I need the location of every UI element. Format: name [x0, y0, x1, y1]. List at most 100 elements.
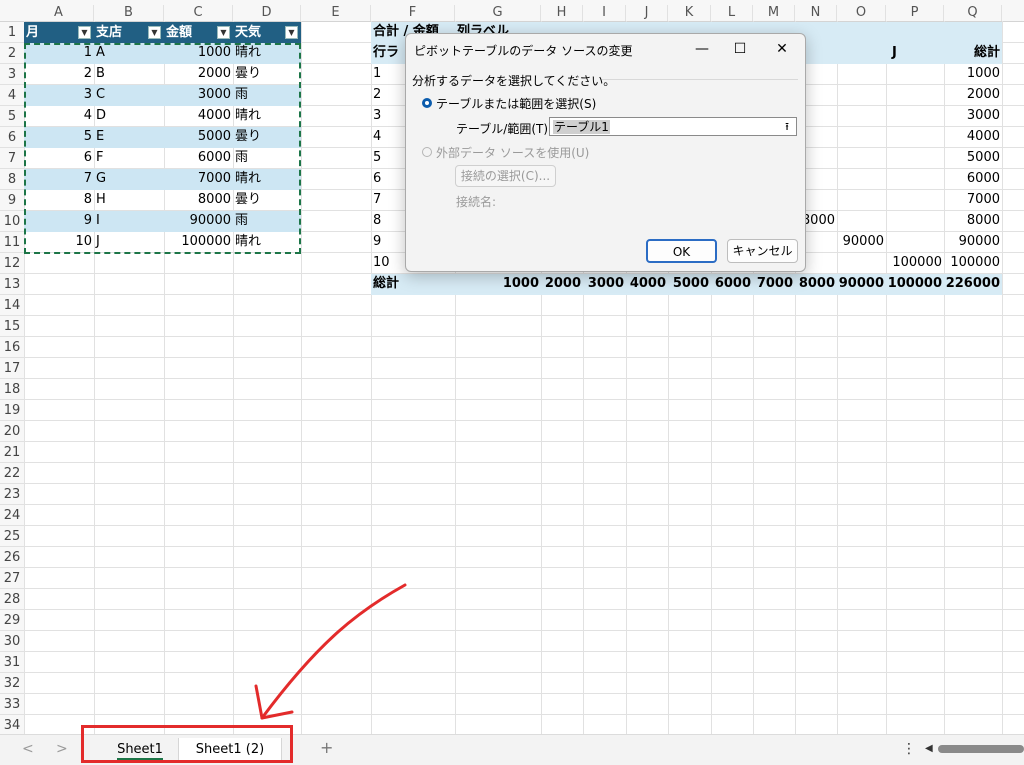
- filter-dropdown-icon[interactable]: ▼: [148, 26, 161, 39]
- pivot-grand-total-cell[interactable]: 90000: [837, 274, 886, 294]
- pivot-row-total[interactable]: 2000: [944, 85, 1002, 105]
- pivot-grand-total-cell[interactable]: 8000: [795, 274, 837, 294]
- pivot-value-cell[interactable]: 90000: [837, 232, 886, 252]
- collapse-dialog-icon[interactable]: ⭱: [778, 118, 796, 135]
- radio-external-source-label[interactable]: 外部データ ソースを使用(U): [436, 144, 589, 161]
- pivot-grand-total-cell[interactable]: 7000: [753, 274, 795, 294]
- add-sheet-icon[interactable]: +: [320, 738, 333, 757]
- row-header[interactable]: 18: [0, 379, 24, 400]
- radio-external-source-icon[interactable]: [422, 147, 432, 157]
- pivot-grand-total-cell[interactable]: 226000: [944, 274, 1002, 294]
- row-header[interactable]: 14: [0, 295, 24, 316]
- tab-prev-icon[interactable]: <: [22, 741, 34, 757]
- row-header[interactable]: 19: [0, 400, 24, 421]
- row-header[interactable]: 32: [0, 673, 24, 694]
- column-header[interactable]: A: [24, 5, 94, 21]
- column-header[interactable]: D: [233, 5, 301, 21]
- pivot-row-total[interactable]: 5000: [944, 148, 1002, 168]
- pivot-grand-total-cell[interactable]: 1000: [455, 274, 541, 294]
- pivot-row-total[interactable]: 8000: [944, 211, 1002, 231]
- pivot-grand-total-cell[interactable]: 100000: [886, 274, 944, 294]
- column-header[interactable]: C: [164, 5, 233, 21]
- row-header[interactable]: 9: [0, 190, 24, 211]
- column-header[interactable]: Q: [944, 5, 1002, 21]
- horizontal-scrollbar-thumb[interactable]: [938, 745, 1024, 753]
- scroll-left-icon[interactable]: ◀: [925, 743, 933, 754]
- row-header[interactable]: 10: [0, 211, 24, 232]
- close-button[interactable]: ✕: [768, 37, 796, 61]
- column-header[interactable]: P: [886, 5, 944, 21]
- column-header[interactable]: N: [795, 5, 837, 21]
- column-header[interactable]: L: [711, 5, 753, 21]
- pivot-row-total[interactable]: 7000: [944, 190, 1002, 210]
- ok-button[interactable]: OK: [646, 239, 717, 263]
- pivot-row-total[interactable]: 1000: [944, 64, 1002, 84]
- table-range-input[interactable]: テーブル1 ⭱: [549, 117, 797, 136]
- change-pivot-data-source-dialog[interactable]: ピボットテーブルのデータ ソースの変更 — ☐ ✕ 分析するデータを選択してくだ…: [405, 33, 806, 272]
- row-header[interactable]: 16: [0, 337, 24, 358]
- row-header[interactable]: 28: [0, 589, 24, 610]
- pivot-row-total[interactable]: 3000: [944, 106, 1002, 126]
- cancel-button[interactable]: キャンセル: [727, 239, 798, 263]
- filter-dropdown-icon[interactable]: ▼: [78, 26, 91, 39]
- column-header[interactable]: M: [753, 5, 795, 21]
- radio-select-table-icon[interactable]: [422, 98, 432, 108]
- filter-dropdown-icon[interactable]: ▼: [285, 26, 298, 39]
- minimize-button[interactable]: —: [688, 37, 716, 61]
- pivot-row-total[interactable]: 90000: [944, 232, 1002, 252]
- pivot-row-total[interactable]: 6000: [944, 169, 1002, 189]
- row-header[interactable]: 17: [0, 358, 24, 379]
- pivot-col-head[interactable]: J: [890, 43, 920, 63]
- row-header[interactable]: 29: [0, 610, 24, 631]
- column-header[interactable]: J: [626, 5, 668, 21]
- row-header[interactable]: 5: [0, 106, 24, 127]
- row-header[interactable]: 25: [0, 526, 24, 547]
- column-header[interactable]: F: [371, 5, 455, 21]
- row-header[interactable]: 27: [0, 568, 24, 589]
- row-header[interactable]: 4: [0, 85, 24, 106]
- column-header[interactable]: H: [541, 5, 583, 21]
- row-header[interactable]: 30: [0, 631, 24, 652]
- pivot-grand-total-cell[interactable]: 2000: [541, 274, 583, 294]
- row-header[interactable]: 6: [0, 127, 24, 148]
- row-header[interactable]: 20: [0, 421, 24, 442]
- row-header[interactable]: 15: [0, 316, 24, 337]
- pivot-value-cell[interactable]: 100000: [886, 253, 944, 273]
- column-header[interactable]: I: [583, 5, 626, 21]
- column-header[interactable]: B: [94, 5, 164, 21]
- choose-connection-button[interactable]: 接続の選択(C)...: [455, 165, 556, 187]
- pivot-grand-total-header[interactable]: 総計: [944, 43, 1002, 63]
- row-header[interactable]: 3: [0, 64, 24, 85]
- pivot-grand-total-cell[interactable]: 5000: [668, 274, 711, 294]
- pivot-row-total[interactable]: 100000: [944, 253, 1002, 273]
- row-header[interactable]: 31: [0, 652, 24, 673]
- column-header[interactable]: E: [301, 5, 371, 21]
- pivot-row-total[interactable]: 4000: [944, 127, 1002, 147]
- row-header[interactable]: 2: [0, 43, 24, 64]
- row-header[interactable]: 12: [0, 253, 24, 274]
- pivot-grand-total-label[interactable]: 総計: [371, 274, 431, 294]
- row-header[interactable]: 34: [0, 715, 24, 734]
- maximize-button[interactable]: ☐: [726, 37, 754, 61]
- row-header[interactable]: 33: [0, 694, 24, 715]
- row-header[interactable]: 13: [0, 274, 24, 295]
- column-header[interactable]: K: [668, 5, 711, 21]
- column-header[interactable]: G: [455, 5, 541, 21]
- pivot-grand-total-cell[interactable]: 3000: [583, 274, 626, 294]
- row-header[interactable]: 26: [0, 547, 24, 568]
- radio-select-table-label[interactable]: テーブルまたは範囲を選択(S): [436, 95, 596, 112]
- row-header[interactable]: 1: [0, 22, 24, 43]
- row-header[interactable]: 22: [0, 463, 24, 484]
- more-options-icon[interactable]: ⋮: [902, 741, 916, 757]
- pivot-grand-total-cell[interactable]: 6000: [711, 274, 753, 294]
- row-header[interactable]: 24: [0, 505, 24, 526]
- row-header[interactable]: 7: [0, 148, 24, 169]
- pivot-grand-total-cell[interactable]: 4000: [626, 274, 668, 294]
- row-header[interactable]: 23: [0, 484, 24, 505]
- row-header[interactable]: 21: [0, 442, 24, 463]
- filter-dropdown-icon[interactable]: ▼: [217, 26, 230, 39]
- column-header[interactable]: O: [837, 5, 886, 21]
- tab-next-icon[interactable]: >: [56, 741, 68, 757]
- row-header[interactable]: 8: [0, 169, 24, 190]
- row-header[interactable]: 11: [0, 232, 24, 253]
